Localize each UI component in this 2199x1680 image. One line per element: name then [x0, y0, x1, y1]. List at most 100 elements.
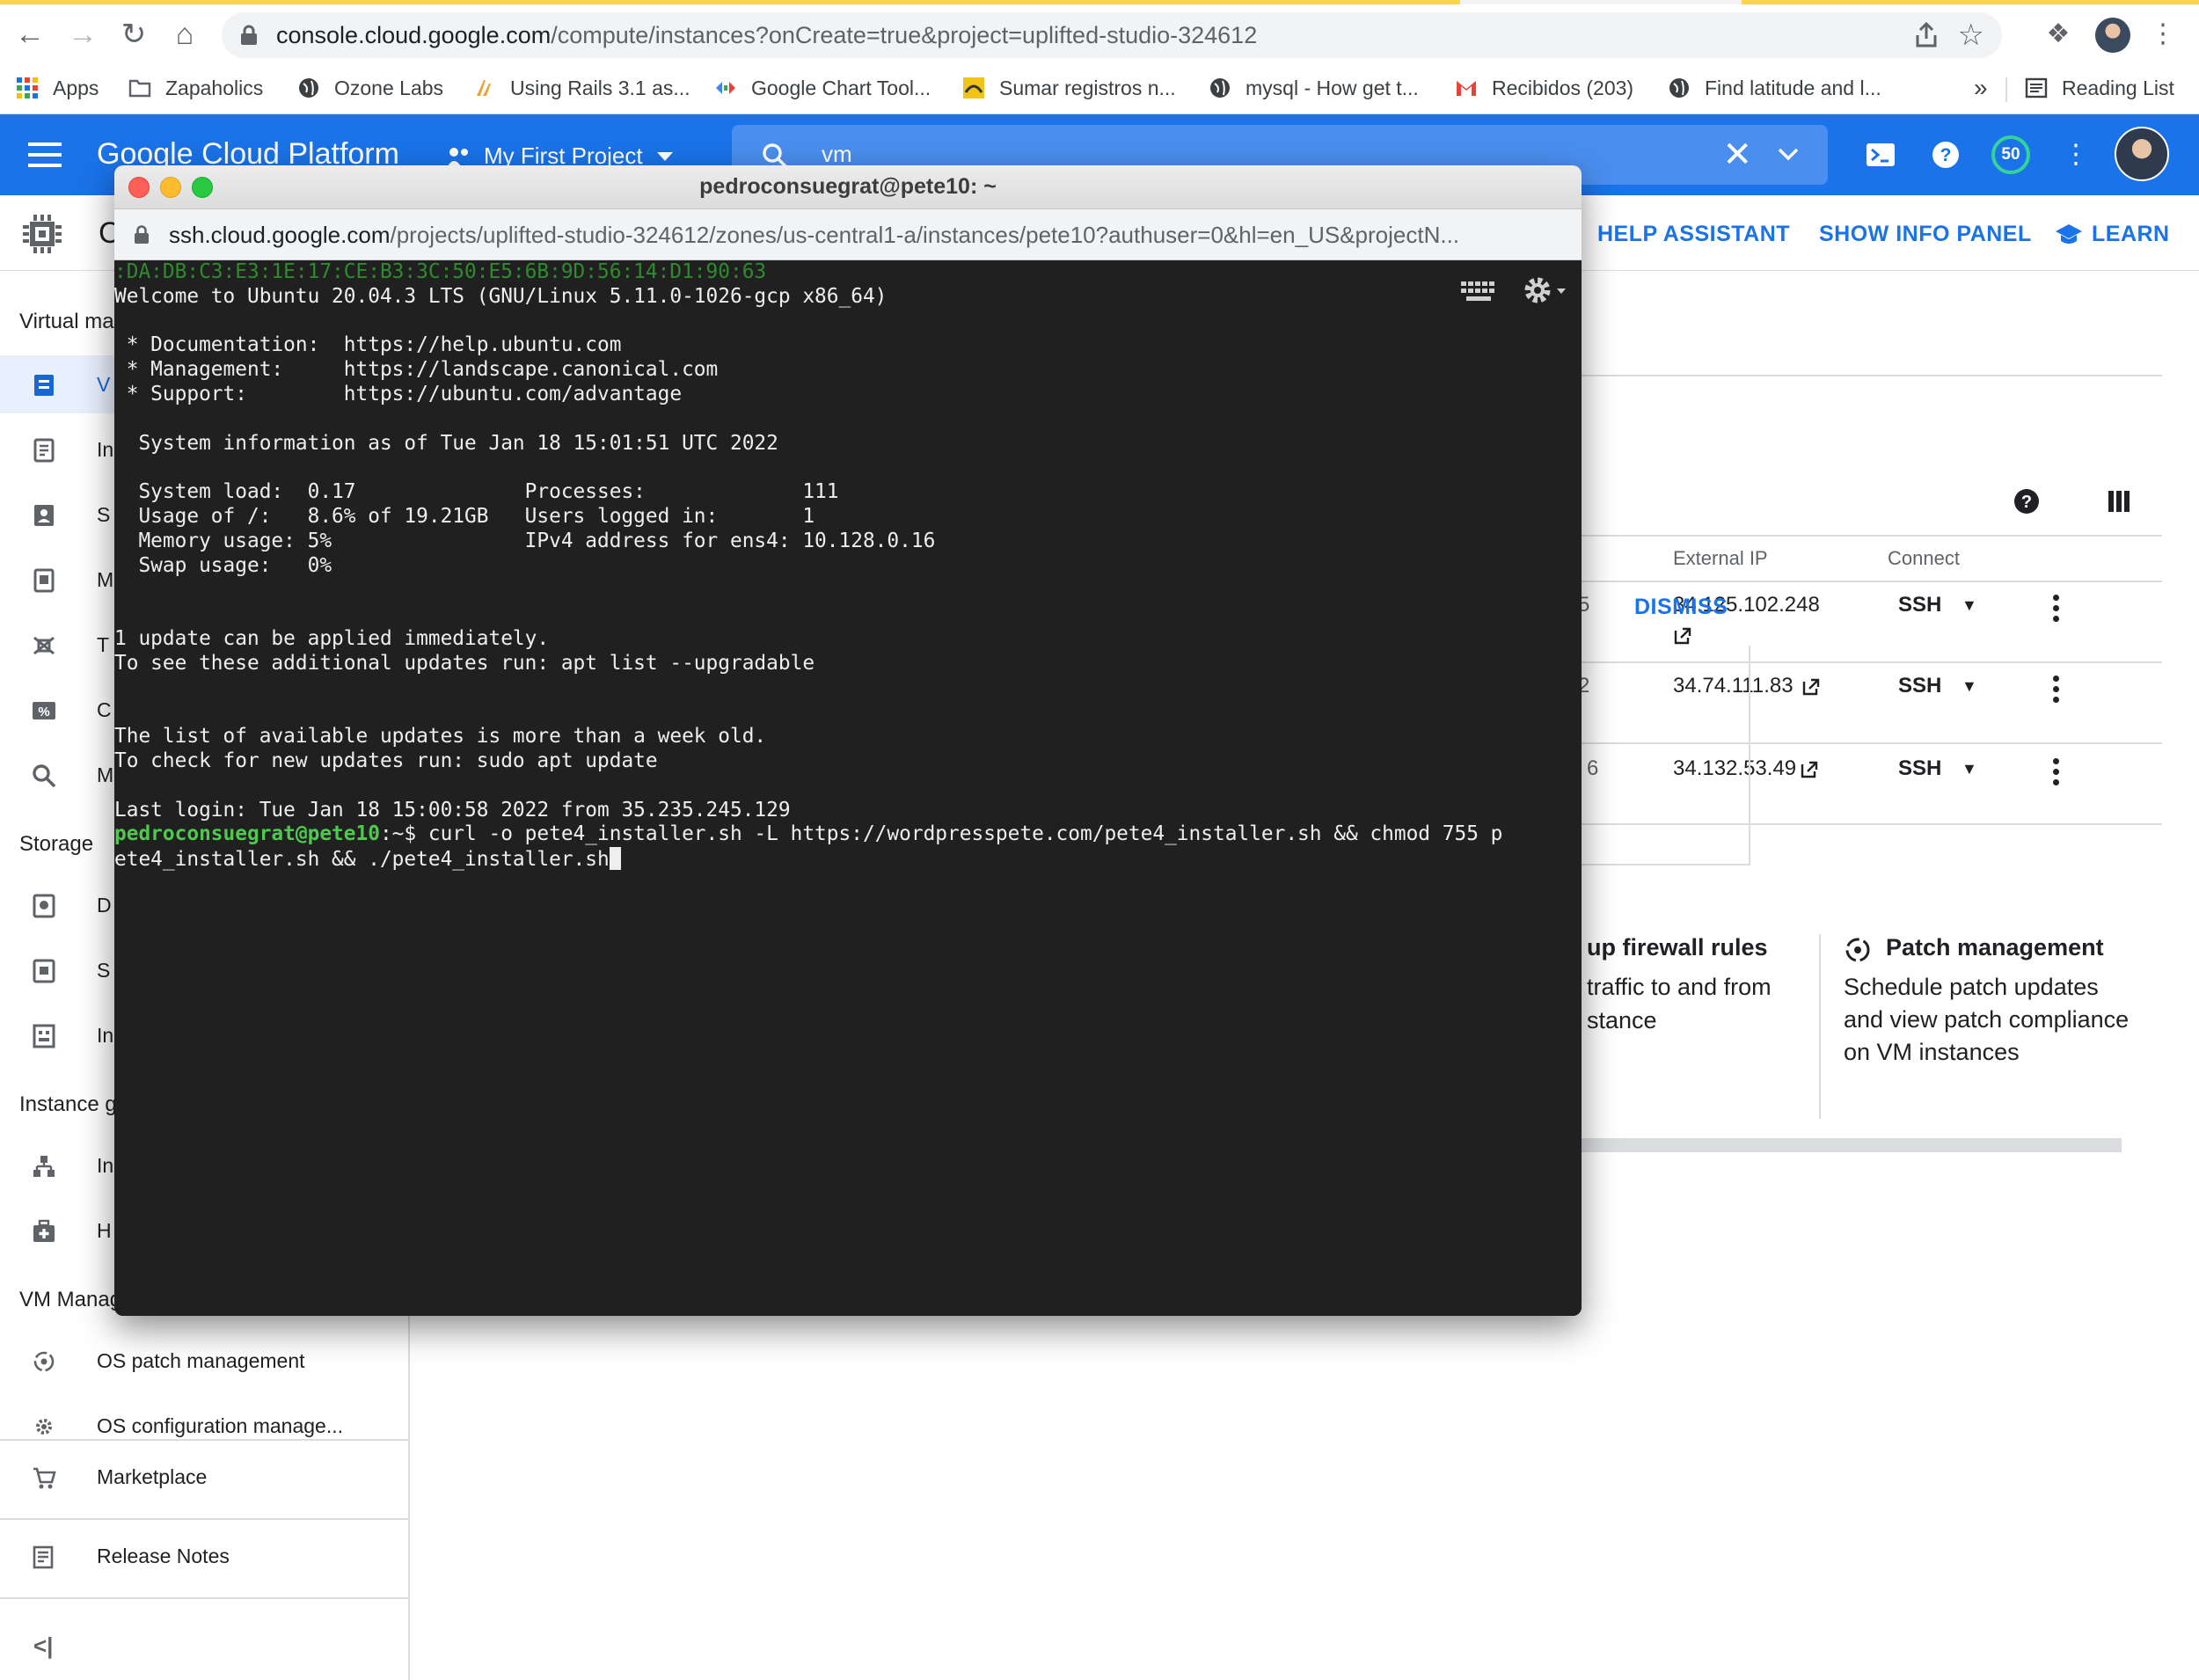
- home-icon[interactable]: ⌂: [167, 17, 202, 52]
- back-arrow-icon[interactable]: ←: [12, 17, 47, 52]
- ssh-address-bar[interactable]: ssh.cloud.google.com/projects/uplifted-s…: [114, 209, 1582, 260]
- bookmark-apps[interactable]: Apps: [16, 70, 99, 106]
- svg-text:%: %: [38, 705, 49, 719]
- more-vert-icon[interactable]: ⋮: [2060, 139, 2092, 171]
- help-icon[interactable]: ?: [1930, 139, 1962, 171]
- compute-engine-chip-icon: [23, 215, 62, 253]
- terminal-line: The list of available updates is more th…: [114, 725, 767, 749]
- menu-hamburger-icon[interactable]: [28, 142, 62, 167]
- show-info-panel-link[interactable]: SHOW INFO PANEL: [1819, 222, 2032, 247]
- column-header-external-ip[interactable]: External IP: [1673, 547, 1768, 570]
- ssh-button[interactable]: SSH: [1898, 756, 1941, 781]
- sidebar-item-release-notes[interactable]: Release Notes: [0, 1527, 408, 1585]
- extensions-puzzle-icon[interactable]: ❖: [2042, 18, 2074, 50]
- chevron-down-icon: [656, 151, 673, 161]
- row-actions-kebab-icon[interactable]: [2053, 595, 2060, 625]
- card-divider: [1819, 934, 1821, 1119]
- collapse-sidebar-icon[interactable]: <|: [33, 1633, 53, 1660]
- ssh-button[interactable]: SSH: [1898, 674, 1941, 698]
- notifications-badge[interactable]: 50: [1991, 135, 2030, 174]
- cloud-shell-icon[interactable]: [1865, 139, 1896, 171]
- help-icon[interactable]: ?: [2013, 487, 2041, 515]
- sidebar-divider: [0, 1518, 408, 1520]
- address-bar[interactable]: console.cloud.google.com/compute/instanc…: [222, 12, 2002, 58]
- gmail-icon: [1457, 81, 1476, 96]
- forward-arrow-icon[interactable]: →: [65, 17, 100, 52]
- site-icon: [477, 80, 491, 96]
- clear-search-icon[interactable]: ✕: [1722, 134, 1752, 176]
- command-text: ete4_installer.sh && ./pete4_installer.s…: [114, 848, 610, 872]
- lock-icon: [135, 225, 149, 244]
- bookmark-mysql[interactable]: mysql - How get t...: [1209, 70, 1419, 106]
- sidebar-divider: [0, 1439, 408, 1441]
- reload-icon[interactable]: ↻: [116, 17, 151, 52]
- bookmark-rails[interactable]: Using Rails 3.1 as...: [473, 70, 690, 106]
- prompt-user: pedroconsuegrat@pete10: [114, 822, 380, 846]
- row-actions-kebab-icon[interactable]: [2053, 676, 2060, 705]
- card-title-patch-management[interactable]: Patch management: [1886, 934, 2104, 961]
- release-notes-icon: [33, 1545, 54, 1569]
- gear-icon[interactable]: [1520, 273, 1567, 308]
- external-link-icon[interactable]: [1800, 760, 1819, 779]
- patch-cycle-icon: [1845, 938, 1870, 962]
- ssh-options-dropdown-icon[interactable]: ▼: [1962, 596, 1977, 615]
- globe-icon: [299, 78, 318, 98]
- sidebar-item-os-patch-management[interactable]: OS patch management: [0, 1332, 408, 1390]
- school-cap-icon: [2056, 223, 2082, 244]
- bookmark-ozone-labs[interactable]: Ozone Labs: [297, 70, 443, 106]
- svg-text:?: ?: [1940, 145, 1952, 165]
- external-link-icon[interactable]: [1673, 626, 1692, 646]
- search-input[interactable]: vm: [822, 141, 852, 168]
- bookmark-zapaholics[interactable]: Zapaholics: [128, 70, 263, 106]
- reading-list[interactable]: Reading List: [2025, 70, 2174, 106]
- terminal-screen[interactable]: :DA:DB:C3:E3:1E:17:CE:B3:3C:50:E5:6B:9D:…: [114, 260, 1582, 1316]
- dismiss-button[interactable]: DISMISS: [1634, 595, 1728, 620]
- profile-avatar[interactable]: [2095, 18, 2130, 53]
- chrome-menu-icon[interactable]: ⋮: [2150, 18, 2176, 50]
- terminal-prompt-line: pedroconsuegrat@pete10:~$ curl -o pete4_…: [114, 822, 1582, 847]
- column-display-icon[interactable]: [2108, 489, 2130, 514]
- bookmark-sumar-registros[interactable]: Sumar registros n...: [962, 70, 1176, 106]
- ssh-button[interactable]: SSH: [1898, 593, 1941, 617]
- row-actions-kebab-icon[interactable]: [2053, 758, 2060, 788]
- external-link-icon[interactable]: [1801, 677, 1821, 697]
- account-avatar[interactable]: [2115, 127, 2169, 181]
- bookmark-find-latitude[interactable]: Find latitude and l...: [1668, 70, 1881, 106]
- ssh-window-titlebar[interactable]: pedroconsuegrat@pete10: ~: [114, 165, 1582, 209]
- keyboard-icon[interactable]: [1460, 280, 1497, 304]
- vm-instance-icon: [34, 375, 54, 396]
- site-icon: [963, 77, 984, 99]
- share-icon[interactable]: [1912, 21, 1940, 49]
- terminal-line: Welcome to Ubuntu 20.04.3 LTS (GNU/Linux…: [114, 284, 888, 308]
- instance-group-icon: [33, 1156, 55, 1177]
- help-assistant-link[interactable]: HELP ASSISTANT: [1597, 222, 1790, 247]
- sidebar-section-instance-groups: Instance g: [19, 1092, 117, 1116]
- ssh-options-dropdown-icon[interactable]: ▼: [1962, 677, 1977, 696]
- project-dots-icon: [448, 147, 468, 166]
- terminal-line: Memory usage: 5% IPv4 address for ens4: …: [114, 529, 936, 552]
- sole-tenant-icon: [34, 505, 54, 526]
- chevron-down-icon[interactable]: [1775, 137, 1801, 172]
- snapshot-icon: [33, 959, 55, 983]
- command-text: curl -o pete4_installer.sh -L https://wo…: [427, 822, 1503, 846]
- bookmark-gmail[interactable]: Recibidos (203): [1455, 70, 1633, 106]
- terminal-output: :DA:DB:C3:E3:1E:17:CE:B3:3C:50:E5:6B:9D:…: [114, 260, 1582, 872]
- ssh-options-dropdown-icon[interactable]: ▼: [1962, 760, 1977, 778]
- more-bookmarks-chevron[interactable]: »: [1974, 74, 1988, 102]
- folder-icon: [128, 79, 151, 98]
- column-header-connect[interactable]: Connect: [1888, 547, 1960, 570]
- ssh-url: ssh.cloud.google.com/projects/uplifted-s…: [169, 222, 1460, 248]
- terminal-line: Usage of /: 8.6% of 19.21GB Users logged…: [114, 504, 815, 528]
- horizontal-scrollbar[interactable]: [1582, 1138, 2122, 1152]
- learn-link[interactable]: LEARN: [2055, 222, 2170, 247]
- bookmark-star-icon[interactable]: ☆: [1958, 18, 1984, 53]
- globe-icon: [1210, 78, 1230, 98]
- template-icon: [33, 438, 55, 463]
- bookmark-google-chart-tools[interactable]: Google Chart Tool...: [714, 70, 931, 106]
- sidebar-item-marketplace[interactable]: Marketplace: [0, 1448, 408, 1506]
